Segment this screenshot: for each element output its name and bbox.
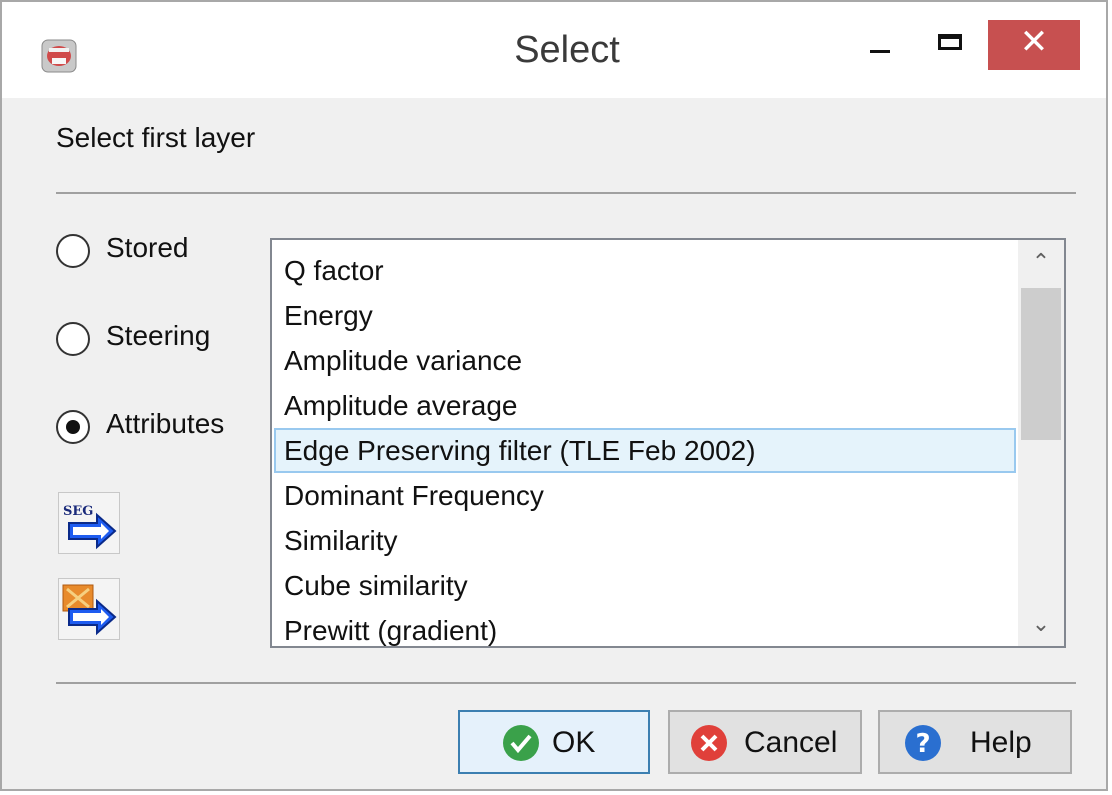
radio-stored-label[interactable]: Stored: [106, 232, 189, 264]
help-button[interactable]: ? Help: [878, 710, 1072, 774]
scroll-up-icon[interactable]: ⌃: [1018, 240, 1064, 284]
maximize-button[interactable]: [920, 20, 986, 70]
attributes-list-items: Q factor Energy Amplitude variance Ampli…: [274, 248, 1016, 646]
close-icon: ✕: [1019, 23, 1049, 61]
maximize-icon: [938, 34, 962, 50]
list-item[interactable]: Energy: [274, 293, 1016, 338]
dialog-heading: Select first layer: [56, 122, 256, 153]
ok-button[interactable]: OK: [458, 710, 650, 774]
select-dialog: Select ✕ Select first layer Stored Steer…: [0, 0, 1108, 791]
list-item[interactable]: Similarity: [274, 518, 1016, 563]
close-button[interactable]: ✕: [988, 20, 1080, 70]
top-divider: [56, 192, 1076, 194]
radio-stored-circle[interactable]: [56, 234, 90, 268]
list-item[interactable]: Amplitude variance: [274, 338, 1016, 383]
list-item[interactable]: Amplitude average: [274, 383, 1016, 428]
scroll-down-icon[interactable]: ⌄: [1018, 602, 1064, 646]
minimize-icon: [870, 50, 890, 53]
title-bar[interactable]: Select ✕: [2, 2, 1106, 98]
attributes-list[interactable]: Q factor Energy Amplitude variance Ampli…: [270, 238, 1066, 648]
radio-attributes-circle[interactable]: [56, 410, 90, 444]
list-item[interactable]: Prewitt (gradient): [274, 608, 1016, 646]
help-question-icon: ?: [905, 725, 941, 761]
dialog-body: Select first layer Stored Steering Attri…: [26, 98, 1106, 788]
list-item[interactable]: Dominant Frequency: [274, 473, 1016, 518]
radio-attributes-label[interactable]: Attributes: [106, 408, 224, 440]
scroll-thumb[interactable]: [1021, 288, 1061, 440]
folder-import-button[interactable]: [58, 578, 120, 640]
ok-checkmark-icon: [503, 725, 539, 761]
list-scrollbar[interactable]: ⌃ ⌄: [1018, 240, 1064, 646]
folder-import-arrow-icon: [62, 584, 117, 636]
minimize-button[interactable]: [852, 20, 912, 70]
radio-steering-label[interactable]: Steering: [106, 320, 210, 352]
segy-import-arrow-icon: SEG: [63, 504, 117, 550]
cancel-x-icon: [691, 725, 727, 761]
segy-icon-text: SEG: [63, 504, 93, 519]
radio-steering-circle[interactable]: [56, 322, 90, 356]
list-item[interactable]: Cube similarity: [274, 563, 1016, 608]
segy-import-button[interactable]: SEG: [58, 492, 120, 554]
svg-text:?: ?: [915, 729, 930, 759]
help-button-label: Help: [970, 726, 1032, 759]
cancel-button-label: Cancel: [744, 726, 838, 759]
cancel-button[interactable]: Cancel: [668, 710, 862, 774]
list-item[interactable]: Q factor: [274, 248, 1016, 293]
bottom-divider: [56, 682, 1076, 684]
ok-button-label: OK: [552, 726, 596, 759]
list-item-selected[interactable]: Edge Preserving filter (TLE Feb 2002): [274, 428, 1016, 473]
